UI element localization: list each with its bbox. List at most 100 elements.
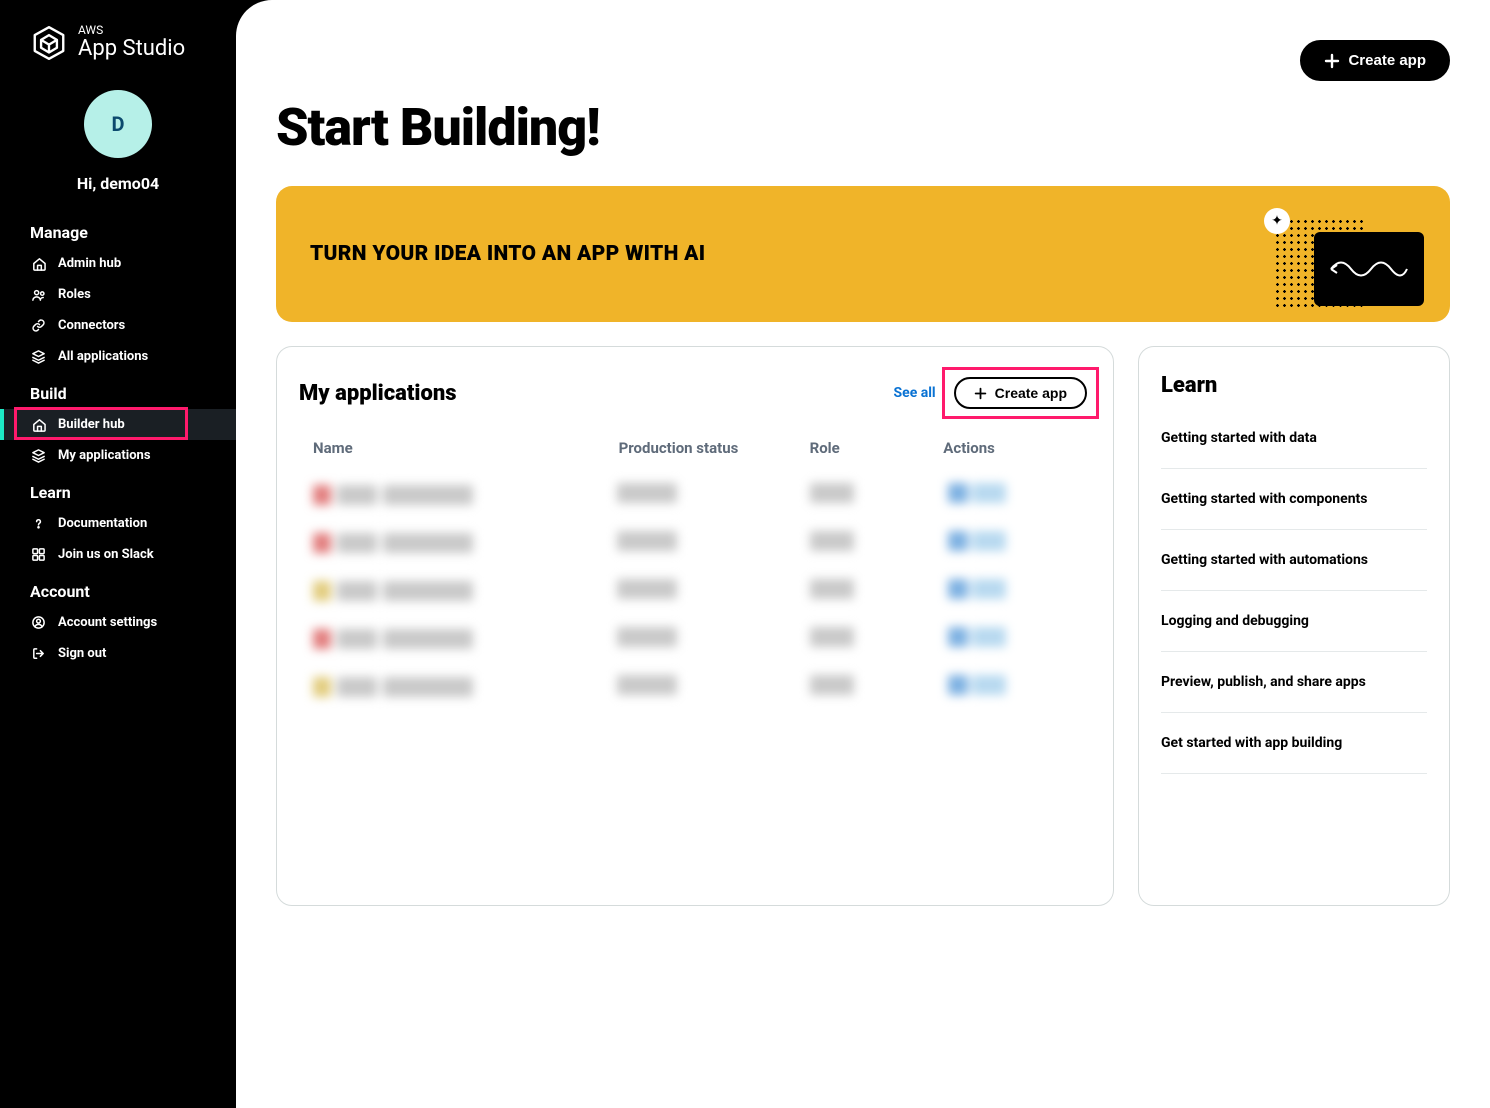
cell-actions	[948, 627, 1078, 651]
link-icon	[30, 318, 46, 333]
learn-panel: Learn Getting started with dataGetting s…	[1138, 346, 1450, 906]
cell-status	[617, 531, 802, 555]
learn-title: Learn	[1161, 373, 1427, 398]
cell-actions	[948, 579, 1078, 603]
sidebar-item-label: Admin hub	[58, 256, 121, 271]
top-bar: Create app	[276, 0, 1450, 89]
nav-section-title: Manage	[0, 211, 236, 248]
learn-item[interactable]: Preview, publish, and share apps	[1161, 652, 1427, 713]
apps-title: My applications	[299, 381, 880, 406]
cell-role	[810, 579, 940, 603]
sidebar-item-roles[interactable]: Roles	[0, 279, 236, 310]
apps-table-header: Name Production status Role Actions	[299, 433, 1091, 471]
squiggle-icon	[1329, 254, 1409, 284]
cell-status	[617, 483, 802, 507]
sidebar-item-label: Sign out	[58, 646, 106, 661]
cell-name	[313, 677, 609, 697]
home-icon	[30, 417, 46, 432]
help-icon	[30, 516, 46, 531]
cell-name	[313, 581, 609, 601]
layers-icon	[30, 448, 46, 463]
plus-icon	[1324, 53, 1340, 69]
sidebar: AWS App Studio D Hi, demo04 Manage Admin …	[0, 0, 236, 1108]
learn-item[interactable]: Get started with app building	[1161, 713, 1427, 774]
user-circle-icon	[30, 615, 46, 630]
cell-name	[313, 485, 609, 505]
cell-actions	[948, 675, 1078, 699]
cell-name	[313, 629, 609, 649]
signout-icon	[30, 646, 46, 661]
learn-list: Getting started with dataGetting started…	[1161, 418, 1427, 774]
sidebar-item-label: All applications	[58, 349, 148, 364]
nav: Manage Admin hub Roles Connectors All applic…	[0, 211, 236, 669]
cell-role	[810, 627, 940, 651]
app-studio-logo-icon	[30, 24, 68, 62]
layers-icon	[30, 349, 46, 364]
learn-item[interactable]: Logging and debugging	[1161, 591, 1427, 652]
col-actions: Actions	[943, 439, 1077, 457]
create-app-button[interactable]: Create app	[1300, 40, 1450, 81]
sidebar-item-connectors[interactable]: Connectors	[0, 310, 236, 341]
banner-title: TURN YOUR IDEA INTO AN APP WITH AI	[310, 242, 1416, 266]
sparkle-icon: ✦	[1264, 208, 1290, 234]
cell-status	[617, 675, 802, 699]
sidebar-item-admin-hub[interactable]: Admin hub	[0, 248, 236, 279]
greeting: Hi, demo04	[0, 174, 236, 193]
cell-role	[810, 675, 940, 699]
table-row[interactable]	[299, 519, 1091, 567]
cell-actions	[948, 531, 1078, 555]
sidebar-item-label: Connectors	[58, 318, 125, 333]
cell-actions	[948, 483, 1078, 507]
create-app-label: Create app	[1348, 52, 1426, 69]
table-row[interactable]	[299, 567, 1091, 615]
main-content: Create app Start Building! TURN YOUR IDE…	[236, 0, 1490, 1108]
cell-role	[810, 483, 940, 507]
col-status: Production status	[619, 439, 810, 457]
my-applications-panel: My applications See all Create app Name …	[276, 346, 1114, 906]
learn-item[interactable]: Getting started with automations	[1161, 530, 1427, 591]
create-app-small-button[interactable]: Create app	[954, 377, 1087, 409]
avatar[interactable]: D	[84, 90, 152, 158]
ai-banner[interactable]: TURN YOUR IDEA INTO AN APP WITH AI ✦	[276, 186, 1450, 322]
cell-status	[617, 627, 802, 651]
learn-item[interactable]: Getting started with components	[1161, 469, 1427, 530]
sidebar-item-label: Join us on Slack	[58, 547, 154, 562]
nav-section-title: Account	[0, 570, 236, 607]
sidebar-item-documentation[interactable]: Documentation	[0, 508, 236, 539]
sidebar-item-label: Account settings	[58, 615, 157, 630]
user-block: D Hi, demo04	[0, 80, 236, 211]
brand-name: App Studio	[78, 36, 185, 61]
apps-table-body	[299, 471, 1091, 711]
sidebar-item-builder-hub[interactable]: Builder hub	[0, 409, 236, 440]
col-name: Name	[313, 439, 619, 457]
see-all-link[interactable]: See all	[894, 385, 936, 401]
sidebar-item-account-settings[interactable]: Account settings	[0, 607, 236, 638]
users-icon	[30, 287, 46, 302]
sidebar-item-label: Roles	[58, 287, 91, 302]
slack-icon	[30, 547, 46, 562]
brand-top: AWS	[78, 24, 185, 36]
cell-name	[313, 533, 609, 553]
sidebar-item-my-applications[interactable]: My applications	[0, 440, 236, 471]
cell-status	[617, 579, 802, 603]
table-row[interactable]	[299, 663, 1091, 711]
sidebar-item-all-applications[interactable]: All applications	[0, 341, 236, 372]
col-role: Role	[810, 439, 944, 457]
banner-art: ✦	[1264, 208, 1424, 318]
brand-logo: AWS App Studio	[0, 24, 236, 80]
home-icon	[30, 256, 46, 271]
sidebar-item-label: Documentation	[58, 516, 147, 531]
sidebar-item-sign-out[interactable]: Sign out	[0, 638, 236, 669]
create-app-small-label: Create app	[995, 385, 1067, 401]
nav-section-title: Learn	[0, 471, 236, 508]
nav-section-title: Build	[0, 372, 236, 409]
plus-icon	[974, 387, 987, 400]
cell-role	[810, 531, 940, 555]
page-title: Start Building!	[276, 97, 1450, 158]
table-row[interactable]	[299, 615, 1091, 663]
sidebar-item-label: Builder hub	[58, 417, 125, 432]
sidebar-item-label: My applications	[58, 448, 151, 463]
table-row[interactable]	[299, 471, 1091, 519]
learn-item[interactable]: Getting started with data	[1161, 418, 1427, 469]
sidebar-item-join-us-on-slack[interactable]: Join us on Slack	[0, 539, 236, 570]
